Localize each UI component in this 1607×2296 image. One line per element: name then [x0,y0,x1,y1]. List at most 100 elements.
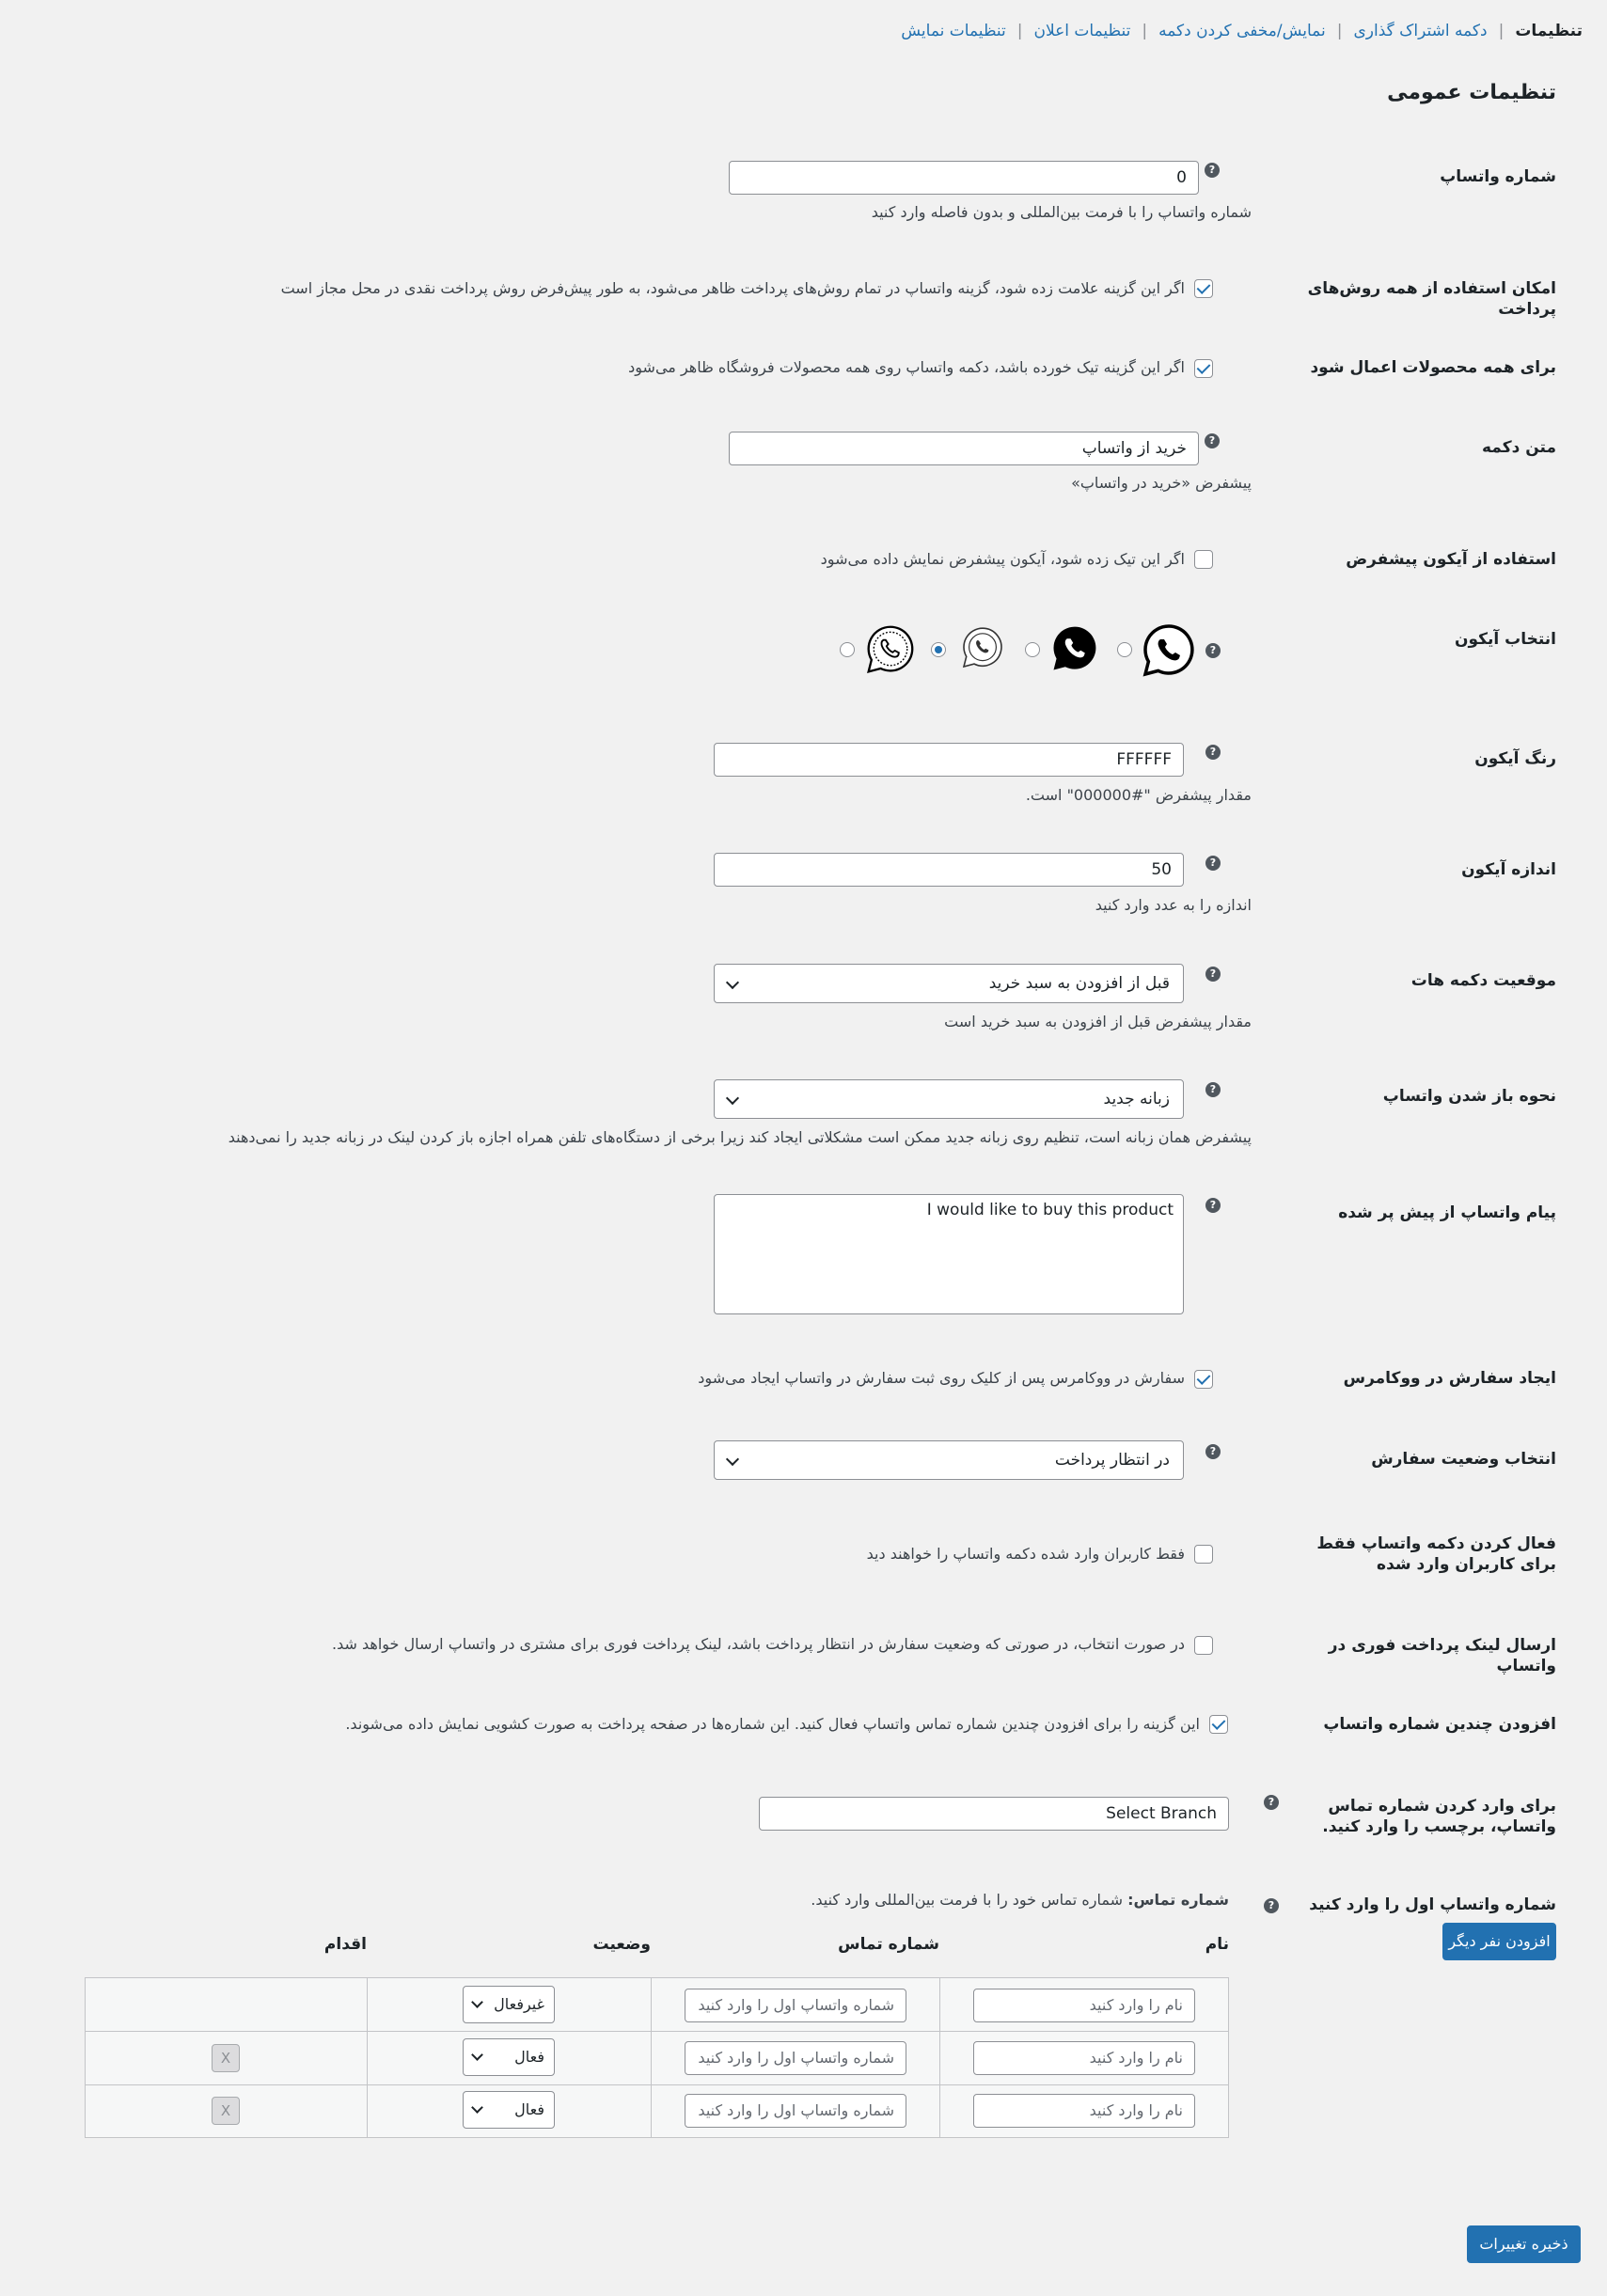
order-status-select[interactable]: در انتظار پرداخت [714,1440,1184,1480]
logged-in-only-checkbox[interactable] [1194,1545,1213,1564]
row-phone-input[interactable]: شماره واتساپ اول را وارد کنید [685,2094,906,2128]
instant-payment-link-desc: در صورت انتخاب، در صورتی که وضعیت سفارش … [332,1635,1185,1653]
help-icon[interactable]: ? [1205,1082,1221,1097]
nav-separator: | [1016,22,1023,40]
help-icon[interactable]: ? [1205,433,1220,448]
all-payment-methods-label: امکان استفاده از همه روش‌های پرداخت [1307,279,1556,319]
table-divider [86,2031,1228,2032]
icon-select-label: انتخاب آیکون [1454,630,1556,649]
order-status-value: در انتظار پرداخت [1054,1451,1170,1470]
create-order-checkbox[interactable] [1194,1370,1213,1389]
icon-radio-3-selected[interactable] [931,642,946,657]
open-mode-value: زبانه جدید [1103,1090,1170,1109]
first-number-label: شماره واتساپ اول را وارد کنید [1309,1895,1556,1914]
nav-link-share-button[interactable]: دکمه اشتراک گذاری [1353,22,1487,40]
all-payment-methods-desc: اگر این گزینه علامت زده شود، گزینه واتسا… [280,279,1185,297]
help-icon[interactable]: ? [1205,1198,1221,1213]
table-divider [939,1978,940,2137]
chevron-down-icon [471,1996,483,2008]
whatsapp-number-input[interactable]: 0 [729,161,1199,195]
first-number-desc: شماره تماس: شماره تماس خود را با فرمت بی… [811,1891,1229,1909]
row-status-select[interactable]: فعال [463,2091,555,2129]
icon-size-label: اندازه آیکون [1461,860,1556,879]
nav-link-notification[interactable]: تنظیمات اعلان [1033,22,1130,40]
remove-row-button[interactable]: X [212,2097,240,2125]
whatsapp-numbers-table: نام را وارد کنید شماره واتساپ اول را وار… [85,1977,1229,2138]
nav-link-show-hide[interactable]: نمایش/مخفی کردن دکمه [1158,22,1326,40]
help-icon[interactable]: ? [1205,1444,1221,1459]
button-position-select[interactable]: قبل از افزودن به سبد خرید [714,964,1184,1003]
nav-separator: | [1142,22,1148,40]
icon-size-input[interactable]: 50 [714,853,1184,887]
table-header-status: وضعیت [592,1935,651,1954]
icon-color-input[interactable]: FFFFFF [714,743,1184,777]
row-status-value: فعال [514,2100,544,2118]
table-divider [651,1978,652,2137]
prefilled-message-textarea[interactable]: I would like to buy this product [714,1194,1184,1314]
whatsapp-number-label: شماره واتساپ [1440,167,1556,186]
row-status-select[interactable]: غیرفعال [463,1986,555,2023]
default-icon-checkbox[interactable] [1194,550,1213,569]
page-title: تنظیمات عمومی [1387,81,1556,104]
icon-color-label: رنگ آیکون [1474,749,1556,768]
default-icon-label: استفاده از آیکون پیشفرض [1346,550,1556,569]
logged-in-only-label: فعال کردن دکمه واتساپ فقط برای کاربران و… [1316,1534,1556,1574]
row-phone-input[interactable]: شماره واتساپ اول را وارد کنید [685,1989,906,2022]
settings-nav: تنظیمات | دکمه اشتراک گذاری | نمایش/مخفی کرد… [901,22,1583,40]
row-name-input[interactable]: نام را وارد کنید [973,1989,1195,2022]
open-mode-label: نحوه باز شدن واتساپ [1382,1087,1556,1106]
button-position-label: موقعیت دکمه هات [1410,971,1556,990]
table-header-name: نام [1205,1935,1229,1954]
row-name-input[interactable]: نام را وارد کنید [973,2041,1195,2075]
icon-radio-2[interactable] [1025,642,1040,657]
nav-separator: | [1336,22,1343,40]
button-position-value: قبل از افزودن به سبد خرید [988,974,1170,993]
row-status-value: غیرفعال [494,1995,544,2013]
chevron-down-icon [471,2101,483,2114]
open-mode-select[interactable]: زبانه جدید [714,1079,1184,1119]
chevron-down-icon [725,975,740,990]
button-position-desc: مقدار پیشفرض قبل از افزودن به سبد خرید ا… [944,1013,1252,1030]
multiple-numbers-checkbox[interactable] [1209,1715,1228,1734]
all-products-label: برای همه محصولات اعمال شود [1310,358,1556,377]
help-icon[interactable]: ? [1205,967,1221,982]
help-icon[interactable]: ? [1205,745,1221,760]
whatsapp-thin-icon [960,625,1005,670]
default-icon-desc: اگر این تیک زده شود، آیکون پیشفرض نمایش … [820,550,1185,568]
whatsapp-number-desc: شماره واتساپ را با فرمت بین‌المللی و بدو… [871,203,1252,221]
row-phone-input[interactable]: شماره واتساپ اول را وارد کنید [685,2041,906,2075]
table-header-phone: شماره تماس [838,1935,939,1954]
help-icon[interactable]: ? [1205,856,1221,871]
remove-row-button[interactable]: X [212,2044,240,2072]
instant-payment-link-label: ارسال لینک پرداخت فوری در واتساپ [1328,1636,1556,1675]
button-text-input[interactable]: خرید از واتساپ [729,432,1199,465]
help-icon[interactable]: ? [1264,1795,1279,1810]
all-products-checkbox[interactable] [1194,359,1213,378]
save-button[interactable]: ذخیره تغییرات [1467,2225,1581,2263]
row-status-select[interactable]: فعال [463,2038,555,2076]
icon-radio-4[interactable] [840,642,855,657]
table-header-action: اقدام [323,1935,367,1954]
add-person-button[interactable]: افزودن نفر دیگر [1442,1923,1556,1960]
icon-radio-1[interactable] [1117,642,1132,657]
table-divider [86,2084,1228,2085]
prefilled-message-label: پیام واتساپ از پیش پر شده [1338,1203,1556,1222]
help-icon[interactable]: ? [1205,163,1220,178]
all-products-desc: اگر این گزینه تیک خورده باشد، دکمه واتسا… [628,358,1185,376]
table-divider [367,1978,368,2137]
nav-link-display[interactable]: تنظیمات نمایش [901,22,1006,40]
instant-payment-link-checkbox[interactable] [1194,1636,1213,1655]
nav-separator: | [1498,22,1505,40]
help-icon[interactable]: ? [1264,1898,1279,1913]
whatsapp-solid-icon [1049,623,1100,674]
row-status-value: فعال [514,2048,544,2066]
branch-label-input[interactable]: Select Branch [759,1797,1229,1831]
help-icon[interactable]: ? [1205,643,1221,658]
order-status-label: انتخاب وضعیت سفارش [1371,1450,1556,1469]
all-payment-methods-checkbox[interactable] [1194,279,1213,298]
multiple-numbers-desc: این گزینه را برای افزودن چندین شماره تما… [345,1715,1200,1733]
chevron-down-icon [725,1452,740,1467]
row-name-input[interactable]: نام را وارد کنید [973,2094,1195,2128]
icon-color-desc: مقدار پیشفرض "#000000" است. [1025,786,1252,804]
open-mode-desc: پیشفرض همان زبانه است، تنظیم روی زبانه ج… [228,1128,1252,1146]
